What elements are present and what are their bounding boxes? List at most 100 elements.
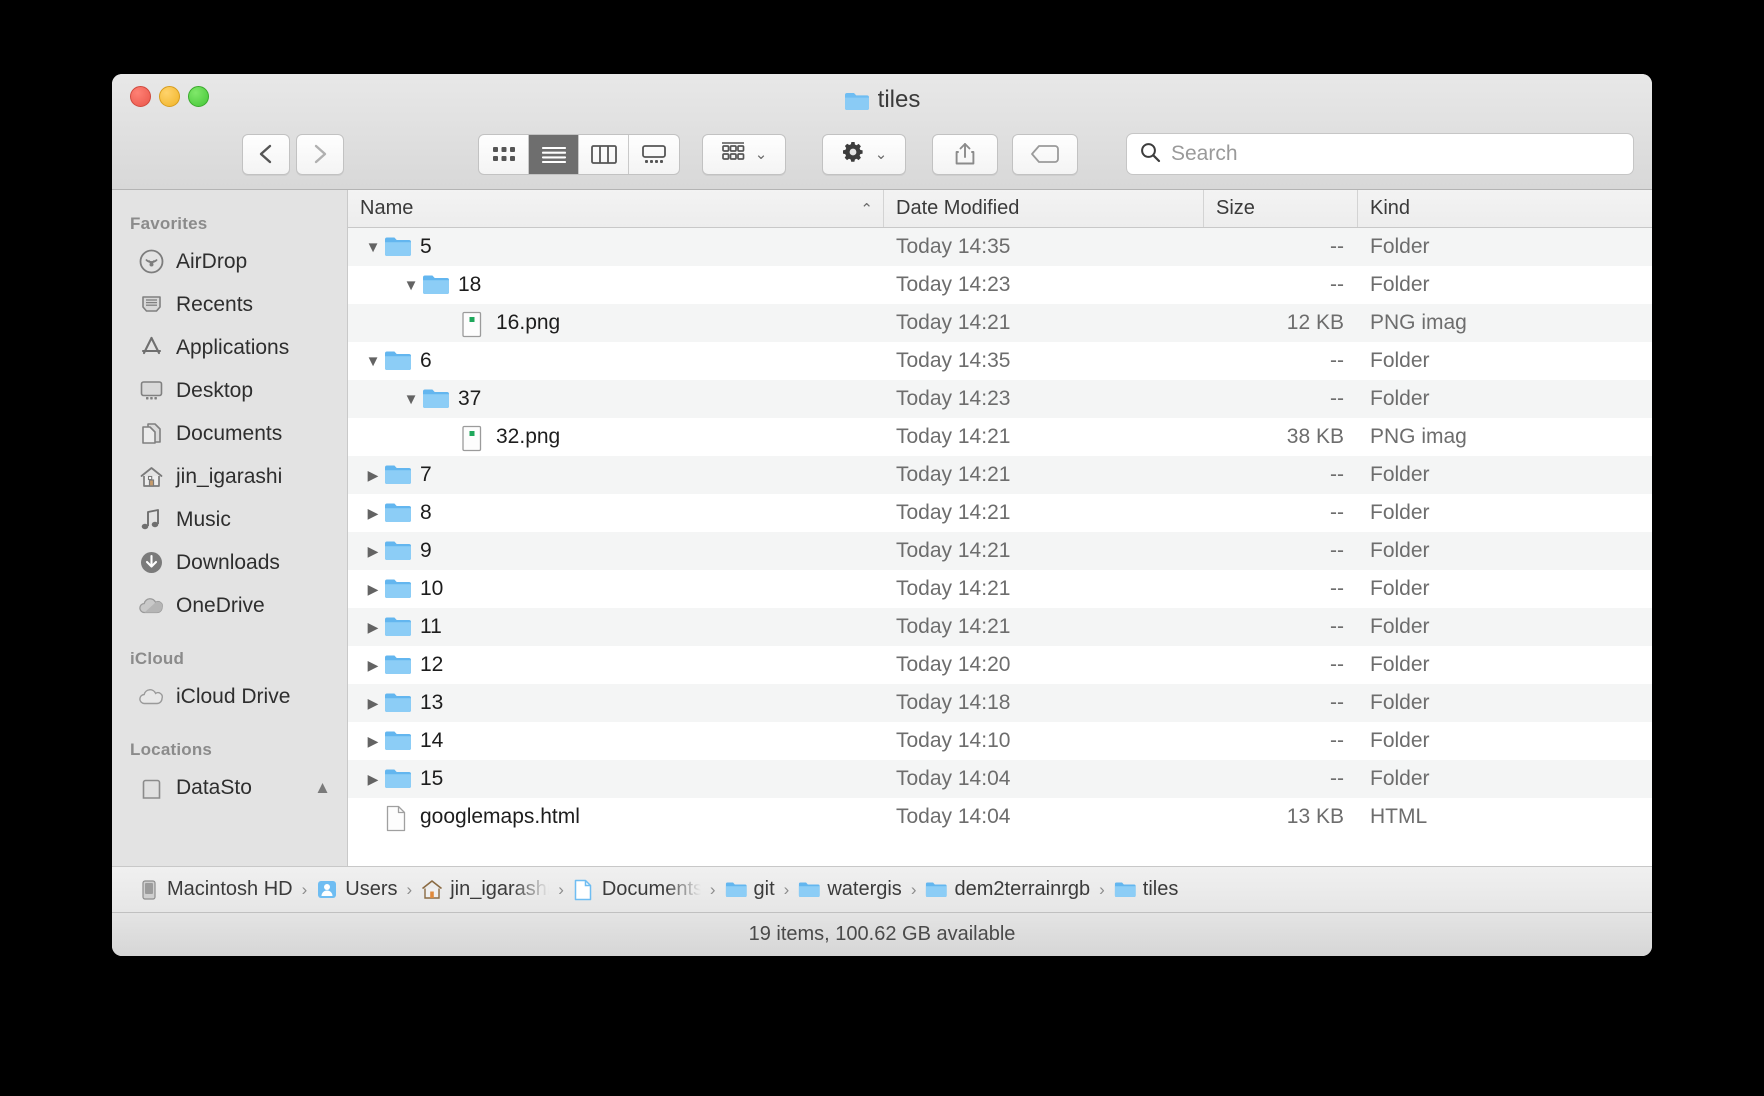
table-row[interactable]: 8 Today 14:21 -- Folder [348,494,1652,532]
disclosure-triangle-closed[interactable] [362,771,384,788]
search-field[interactable]: Search [1126,133,1634,175]
table-row[interactable]: 10 Today 14:21 -- Folder [348,570,1652,608]
cell-kind: Folder [1370,235,1430,258]
sidebar-item-applications[interactable]: Applications [112,326,347,369]
disclosure-triangle-closed[interactable] [362,581,384,598]
table-row[interactable]: 37 Today 14:23 -- Folder [348,380,1652,418]
table-row[interactable]: 7 Today 14:21 -- Folder [348,456,1652,494]
airdrop-icon [138,249,164,275]
column-header-size[interactable]: Size [1204,190,1358,227]
disclosure-triangle-closed[interactable] [362,543,384,560]
cell-date-modified: Today 14:23 [896,387,1011,410]
disclosure-triangle-open[interactable] [400,277,422,294]
cell-kind: Folder [1370,615,1430,638]
share-button[interactable] [932,133,998,175]
cell-size: 38 KB [1286,425,1344,448]
table-row[interactable]: 13 Today 14:18 -- Folder [348,684,1652,722]
sidebar-item-documents[interactable]: Documents [112,412,347,455]
breadcrumb-item[interactable]: git [725,878,775,901]
table-row[interactable]: 6 Today 14:35 -- Folder [348,342,1652,380]
breadcrumb-item[interactable]: jin_igarashi [421,878,549,901]
disclosure-triangle-open[interactable] [400,391,422,408]
column-header-date-modified[interactable]: Date Modified [884,190,1204,227]
breadcrumb-item[interactable]: Macintosh HD [138,878,293,901]
table-row[interactable]: 14 Today 14:10 -- Folder [348,722,1652,760]
column-view-button[interactable] [579,134,629,174]
table-row[interactable]: 12 Today 14:20 -- Folder [348,646,1652,684]
gallery-view-button[interactable] [629,135,679,174]
column-header-label: Kind [1370,197,1411,219]
table-row[interactable]: 5 Today 14:35 -- Folder [348,228,1652,266]
disclosure-triangle-open[interactable] [362,353,384,370]
column-header-kind[interactable]: Kind [1358,190,1652,227]
search-placeholder: Search [1171,142,1238,165]
cell-date-modified: Today 14:04 [896,767,1011,790]
breadcrumb-label: Documents [601,878,701,900]
arrange-button[interactable]: ⌄ [702,133,786,175]
disclosure-triangle-open[interactable] [362,239,384,256]
table-row[interactable]: 18 Today 14:23 -- Folder [348,266,1652,304]
folder-icon [384,653,412,677]
sidebar-item-label: Music [176,507,231,531]
breadcrumb-item[interactable]: tiles [1114,878,1179,901]
cell-size: -- [1330,767,1344,790]
column-header-name[interactable]: Name ⌃ [348,190,884,227]
action-menu-button[interactable]: ⌄ [822,133,906,175]
file-name-label: 37 [458,387,482,410]
cell-date-modified: Today 14:35 [896,349,1011,372]
sidebar-item-onedrive[interactable]: OneDrive [112,584,347,627]
folder-icon [384,539,412,563]
close-button[interactable] [130,86,151,107]
table-row[interactable]: 32.png Today 14:21 38 KB PNG imag [348,418,1652,456]
folder-icon [384,577,412,601]
zoom-button[interactable] [188,86,209,107]
cell-kind: Folder [1370,767,1430,790]
breadcrumb-label: tiles [1142,878,1179,900]
cell-kind: HTML [1370,805,1428,828]
file-name-label: 14 [420,729,444,752]
folder-icon [422,387,450,411]
tag-button[interactable] [1012,133,1078,175]
breadcrumb-separator: › [558,879,564,899]
breadcrumb-item[interactable]: Users [316,878,398,901]
sidebar-item-recents[interactable]: Recents [112,283,347,326]
sidebar-item-downloads[interactable]: Downloads [112,541,347,584]
disclosure-triangle-closed[interactable] [362,657,384,674]
back-button[interactable] [242,133,290,175]
breadcrumb-item[interactable]: Documents [573,878,701,901]
table-row[interactable]: googlemaps.html Today 14:04 13 KB HTML [348,798,1652,836]
chevron-down-icon: ⌄ [754,146,768,163]
folder-icon [384,767,412,791]
disclosure-triangle-closed[interactable] [362,467,384,484]
sidebar-item-label: AirDrop [176,249,248,273]
breadcrumb-item[interactable]: watergis [798,878,902,901]
table-row[interactable]: 11 Today 14:21 -- Folder [348,608,1652,646]
disclosure-triangle-closed[interactable] [362,505,384,522]
minimize-button[interactable] [159,86,180,107]
cell-date-modified: Today 14:21 [896,577,1011,600]
table-row[interactable]: 15 Today 14:04 -- Folder [348,760,1652,798]
sidebar-item-datastore[interactable]: DataSto ▲ [112,766,347,809]
table-row[interactable]: 16.png Today 14:21 12 KB PNG imag [348,304,1652,342]
disclosure-triangle-closed[interactable] [362,733,384,750]
forward-button[interactable] [296,133,344,175]
sidebar-item-label: jin_igarashi [176,464,283,488]
cell-name: 13 [348,691,884,715]
sidebar-item-airdrop[interactable]: AirDrop [112,240,347,283]
cell-kind: Folder [1370,349,1430,372]
table-row[interactable]: 9 Today 14:21 -- Folder [348,532,1652,570]
disclosure-triangle-closed[interactable] [362,619,384,636]
folder-icon [384,235,412,259]
eject-icon[interactable]: ▲ [314,778,331,798]
icon-view-button[interactable] [479,134,529,174]
list-view-button[interactable] [529,134,579,174]
cell-name: 12 [348,653,884,677]
sidebar-item-icloud-drive[interactable]: iCloud Drive [112,675,347,718]
disclosure-triangle-closed[interactable] [362,695,384,712]
sidebar-item-desktop[interactable]: Desktop [112,369,347,412]
sidebar-item-music[interactable]: Music [112,498,347,541]
sidebar-item-jin_igarashi[interactable]: jin_igarashi [112,455,347,498]
breadcrumb-item[interactable]: dem2terrainrgb [925,878,1090,901]
sidebar-section-favorites-header: Favorites [130,214,208,233]
status-bar: 19 items, 100.62 GB available [112,912,1652,956]
